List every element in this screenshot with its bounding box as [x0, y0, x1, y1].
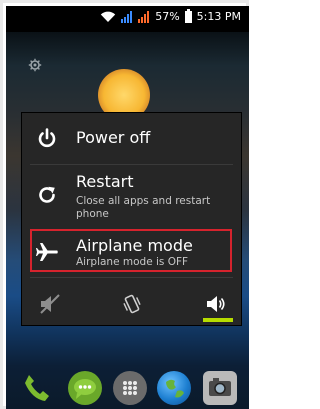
battery-icon [184, 9, 192, 23]
vibrate-icon[interactable] [121, 293, 143, 315]
menu-divider [30, 277, 233, 278]
airplane-mode-option[interactable]: Airplane mode Airplane mode is OFF [22, 231, 241, 271]
restart-option[interactable]: Restart Close all apps and restart phone [22, 165, 241, 225]
selected-sound-mode-indicator [203, 318, 233, 322]
restart-description: Close all apps and restart phone [76, 195, 211, 220]
power-off-option[interactable]: Power off [22, 113, 241, 163]
signal-icon [138, 11, 150, 23]
airplane-icon [36, 243, 58, 261]
signal-icon [121, 11, 133, 23]
silent-icon[interactable] [39, 293, 61, 315]
power-off-label: Power off [76, 128, 151, 147]
device-frame: 57% 5:13 PM Power off Restart Close all … [0, 0, 249, 409]
camera-icon[interactable] [203, 371, 237, 405]
phone-icon[interactable] [20, 371, 54, 405]
airplane-mode-status: Airplane mode is OFF [76, 256, 189, 268]
phone-screen: 57% 5:13 PM Power off Restart Close all … [6, 6, 249, 409]
restart-label: Restart [76, 172, 134, 191]
power-icon [38, 128, 56, 148]
status-icons: 57% 5:13 PM [100, 9, 241, 23]
settings-gear-icon[interactable] [28, 58, 42, 72]
sound-mode-row [22, 281, 241, 325]
app-dock [6, 369, 249, 409]
browser-globe-icon[interactable] [157, 371, 191, 405]
messaging-icon[interactable] [68, 371, 102, 405]
wifi-icon [101, 11, 116, 22]
status-bar: 57% 5:13 PM [6, 6, 249, 32]
sound-on-icon[interactable] [205, 293, 227, 315]
battery-percent: 57% [155, 10, 180, 23]
app-drawer-icon[interactable] [113, 371, 147, 405]
restart-icon [39, 186, 55, 203]
clock: 5:13 PM [196, 10, 241, 23]
airplane-mode-label: Airplane mode [76, 236, 193, 255]
power-options-dialog: Power off Restart Close all apps and res… [21, 112, 242, 326]
